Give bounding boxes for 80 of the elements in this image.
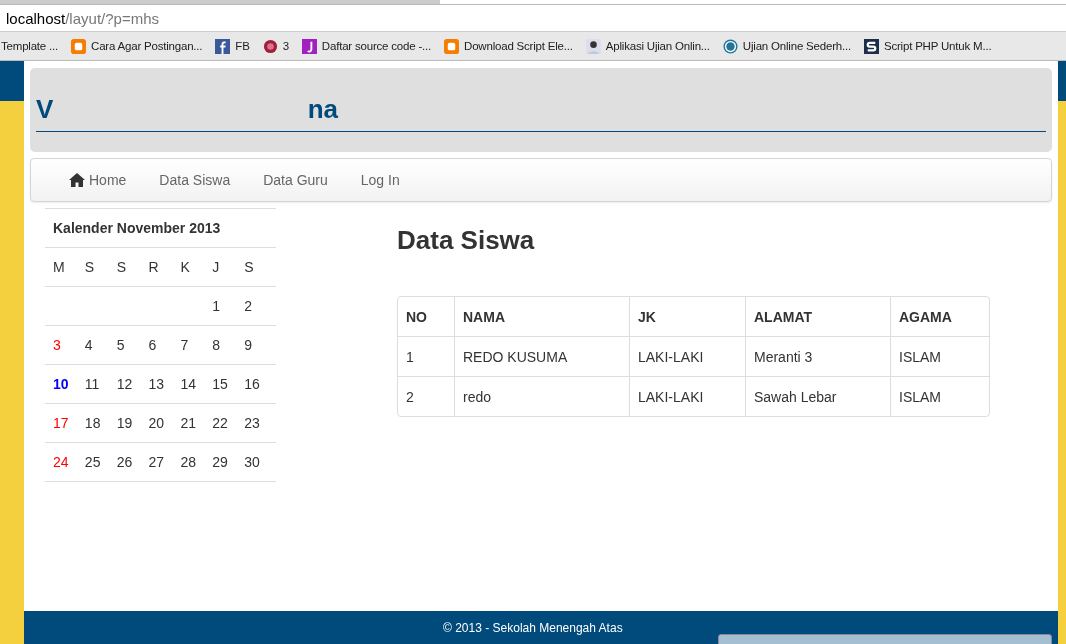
- table-cell: ISLAM: [890, 376, 989, 416]
- nav-link[interactable]: Data Guru: [263, 172, 328, 188]
- table-cell: redo: [454, 376, 629, 416]
- nav-link[interactable]: Log In: [360, 172, 400, 188]
- weekday-label: K: [180, 259, 190, 275]
- bookmark-link[interactable]: Daftar source code -...: [321, 40, 432, 52]
- calendar-day: 24: [53, 454, 69, 470]
- calendar-day: 28: [180, 454, 196, 470]
- calendar-day: 4: [84, 337, 93, 353]
- table-cell: LAKI-LAKI: [629, 376, 745, 416]
- table-cell: LAKI-LAKI: [629, 336, 745, 376]
- calendar-title: Kalender November 2013: [45, 209, 276, 248]
- facebook-icon: [215, 38, 231, 54]
- column-header: NO: [405, 307, 428, 327]
- weekday-label: R: [148, 259, 159, 275]
- calendar-day: 13: [148, 376, 165, 392]
- bookmark-link[interactable]: Script PHP Untuk M...: [883, 40, 992, 52]
- calendar-day: 23: [244, 415, 260, 431]
- address-field[interactable]: localhost/layut/?p=mhs: [6, 9, 159, 27]
- site-title: na: [307, 94, 338, 125]
- table-cell: 2: [398, 376, 454, 416]
- bookmark-link[interactable]: FB: [235, 40, 250, 52]
- calendar-day: 26: [116, 454, 133, 470]
- table-cell: Meranti 3: [745, 336, 890, 376]
- column-header: NAMA: [454, 297, 629, 336]
- table-cell: ISLAM: [890, 336, 989, 376]
- weekday-label: S: [84, 259, 95, 275]
- table-cell: Sawah Lebar: [745, 376, 890, 416]
- swirl-icon: [262, 38, 278, 54]
- calendar-day: 14: [180, 376, 196, 392]
- calendar-day: 5: [116, 337, 125, 353]
- calendar-day: 18: [84, 415, 101, 431]
- bookmark-link[interactable]: Template ...: [1, 40, 59, 52]
- person-icon: [585, 38, 601, 54]
- calendar-day: 8: [212, 337, 221, 353]
- s-icon: [863, 38, 879, 54]
- home-icon: [69, 173, 85, 187]
- weekday-label: J: [212, 259, 220, 275]
- calendar-day: 2: [244, 298, 252, 314]
- weekday-label: S: [244, 259, 254, 275]
- bookmark-link[interactable]: Ujian Online Sederh...: [742, 40, 851, 52]
- calendar-day: 10: [53, 376, 69, 392]
- calendar-day: 16: [244, 376, 260, 392]
- calendar-day: 21: [180, 415, 196, 431]
- nav-link[interactable]: Data Siswa: [159, 172, 231, 188]
- bookmark-link[interactable]: 3: [282, 40, 289, 52]
- calendar-day: 20: [148, 415, 165, 431]
- site-title: V: [36, 94, 54, 125]
- table-cell: 1: [398, 336, 454, 376]
- weekday-label: M: [53, 259, 65, 275]
- calendar-day: 12: [116, 376, 133, 392]
- calendar-day: 7: [180, 337, 189, 353]
- calendar-day: 17: [53, 415, 69, 431]
- calendar-day: 15: [212, 376, 228, 392]
- calendar-day: 29: [212, 454, 228, 470]
- calendar-day: 3: [53, 337, 61, 353]
- column-header: ALAMAT: [745, 297, 890, 336]
- calendar-day: 19: [116, 415, 133, 431]
- bookmark-link[interactable]: Aplikasi Ujian Onlin...: [605, 40, 710, 52]
- calendar-day: 25: [84, 454, 101, 470]
- bookmark-link[interactable]: Cara Agar Postingan...: [91, 40, 203, 52]
- page-heading: Data Siswa: [397, 225, 536, 256]
- calendar-day: 1: [212, 298, 221, 314]
- table-cell: REDO KUSUMA: [454, 336, 629, 376]
- blog-icon: [71, 38, 87, 54]
- calendar-day: 22: [212, 415, 228, 431]
- calendar-day: 27: [148, 454, 165, 470]
- calendar-day: 11: [84, 376, 100, 392]
- nav-link[interactable]: Home: [69, 172, 127, 188]
- wordpress-icon: [722, 38, 738, 54]
- bookmark-link[interactable]: Download Script Ele...: [464, 40, 573, 52]
- calendar-day: 9: [244, 337, 252, 353]
- footer-text: © 2013 - Sekolah Menengah Atas: [443, 620, 623, 635]
- column-header: JK: [629, 297, 745, 336]
- blog-icon: [444, 38, 460, 54]
- column-header: AGAMA: [890, 297, 989, 336]
- weekday-label: S: [116, 259, 127, 275]
- calendar-day: 6: [148, 337, 157, 353]
- j-icon: [301, 38, 317, 54]
- calendar-day: 30: [244, 454, 260, 470]
